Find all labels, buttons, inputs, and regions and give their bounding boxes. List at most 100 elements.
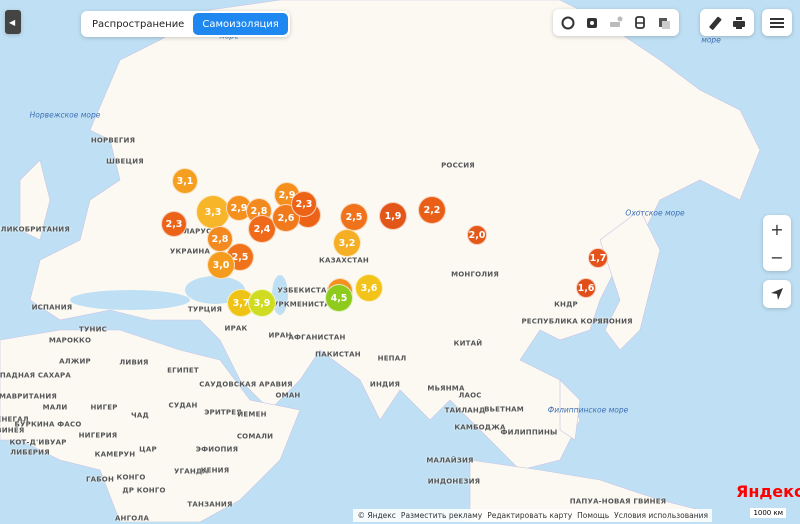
country-label: КАЗАХСТАН [319, 256, 369, 265]
country-label: МОНГОЛИЯ [451, 270, 499, 279]
tab-spread[interactable]: Распространение [83, 13, 193, 35]
parking-icon[interactable] [604, 11, 628, 35]
country-label: ИНДИЯ [369, 380, 401, 389]
country-label: КНДР [554, 300, 578, 309]
region-bubble[interactable]: 2,0 [467, 225, 487, 245]
country-label: КЕНИЯ [200, 466, 230, 475]
footer-link[interactable]: Разместить рекламу [401, 511, 482, 520]
country-label: СУДАН [168, 401, 198, 410]
country-label: ГАБОН [85, 475, 115, 484]
country-label: МАРОККО [48, 336, 92, 345]
country-label: РОССИЯ [441, 161, 475, 170]
footer: © Яндекс Разместить рекламу Редактировать … [353, 509, 712, 522]
tools-toolbar [700, 9, 754, 36]
country-label: САУДОВСКАЯ АРАВИЯ [199, 380, 293, 389]
country-label: ЛИВИЯ [119, 358, 149, 367]
scale-label: 1000 км [750, 508, 786, 518]
sea-label: Филиппинское море [547, 405, 629, 415]
country-label: ЧАД [131, 411, 149, 420]
country-label: ЭФИОПИЯ [195, 445, 239, 454]
print-icon[interactable] [727, 11, 751, 35]
region-bubble[interactable]: 3,9 [248, 289, 276, 317]
country-label: ПАПУА-НОВАЯ ГВИНЕЯ [569, 497, 667, 506]
country-label: ИСПАНИЯ [31, 303, 73, 312]
country-label: ТАИЛАНД [444, 406, 486, 415]
country-label: ДР КОНГО [122, 486, 166, 495]
country-label: КАМЕРУН [94, 450, 136, 459]
region-bubble[interactable]: 3,6 [355, 274, 383, 302]
tab-self-isolation[interactable]: Самоизоляция [193, 13, 288, 35]
country-label: АЛЖИР [59, 357, 91, 366]
panorama-icon[interactable] [580, 11, 604, 35]
country-label: ЙЕМЕН [237, 410, 267, 419]
sea-label: море [701, 35, 721, 45]
menu-button[interactable] [762, 9, 792, 36]
country-label: ВЬЕТНАМ [484, 405, 524, 414]
country-label: ИНДОНЕЗИЯ [427, 477, 481, 486]
country-label: ТАНЗАНИЯ [187, 500, 233, 509]
region-bubble[interactable]: 3,3 [196, 195, 230, 229]
region-bubble[interactable]: 2,2 [418, 196, 446, 224]
country-label: АНГОЛА [114, 514, 150, 523]
ruler-icon[interactable] [703, 11, 727, 35]
country-label: ТУРЦИЯ [187, 305, 223, 314]
region-bubble[interactable]: 3,1 [172, 168, 198, 194]
country-label: МАЛИ [42, 403, 68, 412]
country-label: НЕПАЛ [377, 354, 407, 363]
collapse-panel-button[interactable]: ◀ [5, 10, 21, 34]
sea-label: Охотское море [625, 208, 685, 218]
sea-label: Норвежское море [29, 110, 101, 120]
region-bubble[interactable]: 1,9 [379, 202, 407, 230]
country-label: ИРАК [224, 324, 248, 333]
region-bubble[interactable]: 1,7 [588, 248, 608, 268]
transit-icon[interactable] [628, 11, 652, 35]
country-label: ЕГИПЕТ [167, 366, 199, 375]
footer-link[interactable]: Условия использования [614, 511, 708, 520]
country-label: ЦАР [139, 445, 157, 454]
country-label: ОМАН [275, 391, 301, 400]
chevron-left-icon: ◀ [9, 17, 16, 27]
menu-icon [770, 17, 784, 28]
country-label: МАЛАЙЗИЯ [426, 456, 474, 465]
region-bubble[interactable]: 2,3 [291, 191, 317, 217]
country-label: ЛАОС [458, 391, 482, 400]
country-label: СОМАЛИ [236, 432, 274, 441]
country-label: АФГАНИСТАН [288, 333, 346, 342]
country-label: НИГЕРИЯ [78, 431, 118, 440]
country-label: ЭРИТРЕЯ [204, 408, 242, 417]
country-label: БУРКИНА ФАСО [14, 420, 82, 429]
layers-icon[interactable] [652, 11, 676, 35]
country-label: ПАКИСТАН [315, 350, 361, 359]
region-bubble[interactable]: 4,5 [325, 284, 353, 312]
region-bubble[interactable]: 1,6 [576, 278, 596, 298]
country-label: ЗАПАДНАЯ САХАРА [0, 371, 71, 380]
footer-link[interactable]: Редактировать карту [487, 511, 572, 520]
region-bubble[interactable]: 3,0 [207, 251, 235, 279]
region-bubble[interactable]: 2,3 [161, 211, 187, 237]
country-label: УКРАИНА [169, 247, 211, 256]
region-bubble[interactable]: 2,5 [340, 203, 368, 231]
traffic-icon[interactable] [556, 11, 580, 35]
country-label: КИТАЙ [453, 339, 483, 348]
country-label: РЕСПУБЛИКА КОРЕЯ [521, 317, 609, 326]
country-label: ФИЛИППИНЫ [500, 428, 558, 437]
country-label: КОТ-Д'ИВУАР [9, 438, 67, 447]
zoom-in-button[interactable]: + [765, 215, 789, 243]
country-label: ТУНИС [78, 325, 108, 334]
footer-link: © Яндекс [357, 511, 396, 520]
country-label: ЯПОНИЯ [597, 317, 633, 326]
zoom-control: + − [763, 215, 791, 271]
map-land[interactable] [0, 0, 800, 522]
country-label: ВЕЛИКОБРИТАНИЯ [0, 225, 70, 234]
region-bubble[interactable]: 3,2 [333, 229, 361, 257]
yandex-logo[interactable]: Яндекс [736, 482, 800, 502]
logo-text: Яндекс [736, 482, 800, 501]
mode-switcher: Распространение Самоизоляция [81, 11, 290, 37]
country-label: ЛИБЕРИЯ [10, 448, 50, 457]
footer-link[interactable]: Помощь [577, 511, 609, 520]
country-label: КОНГО [116, 473, 146, 482]
zoom-out-button[interactable]: − [765, 243, 789, 271]
country-label: НОРВЕГИЯ [90, 136, 136, 145]
layers-toolbar [553, 9, 679, 36]
geolocation-button[interactable] [763, 280, 791, 308]
